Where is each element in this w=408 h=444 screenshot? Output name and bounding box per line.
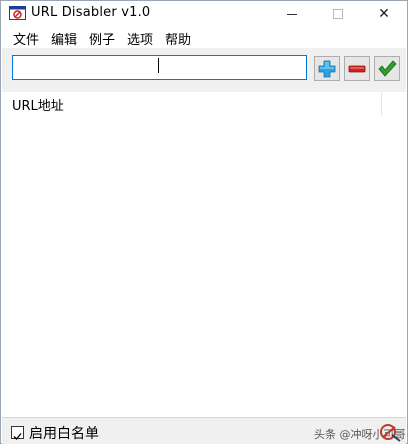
close-button[interactable]: ✕ — [361, 1, 407, 27]
maximize-button[interactable] — [315, 1, 361, 27]
footer-bar: 启用白名单 头条 @冲呀小可哥 — [2, 417, 406, 444]
whitelist-label[interactable]: 启用白名单 — [29, 423, 99, 443]
watermark-logo-icon — [380, 424, 401, 442]
column-divider[interactable] — [381, 92, 382, 116]
url-input[interactable] — [12, 55, 307, 80]
remove-url-button[interactable] — [344, 56, 370, 81]
menu-examples[interactable]: 例子 — [89, 29, 115, 48]
close-icon: ✕ — [378, 6, 390, 22]
menu-help[interactable]: 帮助 — [165, 29, 191, 48]
minimize-icon — [287, 13, 297, 15]
window-title: URL Disabler v1.0 — [31, 5, 151, 20]
maximize-icon — [333, 9, 343, 19]
menu-file[interactable]: 文件 — [13, 29, 39, 48]
plus-icon — [318, 60, 336, 77]
url-list[interactable]: URL地址 — [2, 92, 406, 416]
text-caret — [158, 58, 159, 73]
whitelist-checkbox[interactable] — [11, 426, 24, 440]
apply-button[interactable] — [374, 56, 400, 81]
minus-icon — [348, 65, 366, 72]
checkmark-icon — [378, 59, 397, 77]
menu-options[interactable]: 选项 — [127, 29, 153, 48]
menu-bar: 文件 编辑 例子 选项 帮助 — [1, 27, 407, 48]
app-logo-icon — [9, 6, 26, 20]
list-header: URL地址 — [2, 92, 406, 116]
add-url-button[interactable] — [314, 56, 340, 81]
title-bar[interactable]: URL Disabler v1.0 ✕ — [1, 1, 407, 27]
check-icon — [13, 433, 22, 440]
toolbar — [2, 48, 406, 92]
menu-edit[interactable]: 编辑 — [51, 29, 77, 48]
minimize-button[interactable] — [269, 1, 315, 27]
column-header-url[interactable]: URL地址 — [12, 95, 64, 114]
app-window: URL Disabler v1.0 ✕ 文件 编辑 例子 选项 帮助 URL地址… — [0, 0, 408, 444]
